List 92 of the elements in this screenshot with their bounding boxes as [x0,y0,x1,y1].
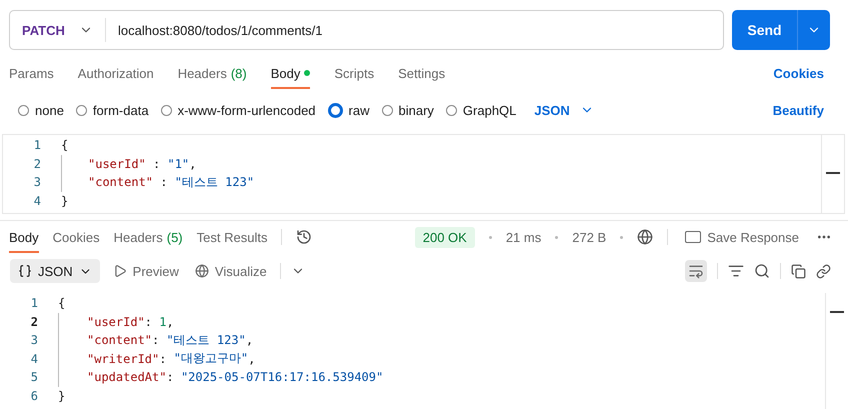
tab-label: Body [270,66,300,80]
tab-label: Headers [114,230,163,244]
response-size: 272 B [572,230,606,244]
line-number: 4 [32,194,42,208]
code-editor[interactable]: 1 { 2 "userId" : "1", 3 "content" : "테스트 123" 4 } [2,134,845,214]
save-response-button[interactable]: Save Response [682,226,802,248]
line-number: 5 [30,370,39,384]
request-tab[interactable]: Authorization [78,58,154,88]
copy-icon[interactable] [791,264,806,278]
line-number: 3 [32,175,42,190]
code-token: : [152,333,160,348]
line-number: 3 [30,333,39,348]
code-token: "userId" [87,314,145,329]
radio-label: raw [348,102,370,118]
response-tab[interactable]: Cookies [52,222,100,252]
radio-label: binary [398,102,434,118]
globe-icon [194,264,209,278]
globe-icon[interactable] [637,229,654,245]
response-tab[interactable]: Test Results [196,222,268,252]
url-bar[interactable]: PATCH localhost:8080/todos/1/comments/1 [9,10,724,50]
code-token: "writerId" [87,352,160,366]
link-icon[interactable] [816,264,831,278]
radio-button[interactable] [382,104,392,116]
radio-button[interactable] [328,102,343,118]
request-tab[interactable]: Headers (8) [178,58,247,88]
status-badge: 200 OK [414,226,475,248]
code-token: "updatedAt" [87,370,166,384]
tab-count: (8) [230,66,247,80]
tab-label: Cookies [52,230,100,244]
tab-count: (5) [166,230,183,244]
tab-label: Test Results [196,230,268,244]
line-number: 1 [32,138,42,152]
response-tab[interactable]: Body [9,222,39,252]
history-icon[interactable] [296,229,312,245]
code-token: "1" [167,156,190,171]
tab-label: Params [9,66,54,80]
code-token: } [58,388,66,403]
code-token: "2025-05-07T16:17:16.539409" [180,370,384,384]
radio-button[interactable] [160,104,172,116]
radio-label: x-www-form-urlencoded [178,102,316,118]
line-number: 2 [30,314,39,329]
code-token: "대왕고구마" [174,350,248,368]
code-token: : [159,175,168,190]
radio-label: GraphQL [462,102,516,118]
wrap-button[interactable] [685,260,707,282]
request-tab[interactable]: Scripts [334,58,374,88]
code-token: , [189,156,196,171]
code-token: "content" [88,175,154,190]
code-token: "content" [87,333,152,348]
tab-label: Settings [398,66,446,80]
line-number: 2 [32,156,42,171]
play-icon [112,264,127,278]
code-token: : [144,314,154,329]
search-icon[interactable] [754,263,770,279]
request-tab[interactable]: Settings [398,58,446,88]
beautify-button[interactable]: Beautify [766,102,830,118]
code-token: "테스트 123" [166,332,246,349]
request-tab[interactable]: Body [270,58,310,88]
tab-label: Authorization [78,66,154,80]
filter-icon[interactable] [728,263,744,279]
tab-label: Body [9,230,39,244]
code-token: , [246,333,254,348]
radio-button[interactable] [446,104,457,116]
format-dropdown[interactable]: JSON [528,102,600,118]
cookies-link[interactable]: Cookies [767,64,830,82]
response-tab[interactable]: Headers (5) [114,222,183,252]
code-token: 1 [159,314,166,329]
radio-button[interactable] [18,104,29,116]
braces-icon [18,264,32,278]
visualize-button[interactable]: Visualize [192,260,270,282]
code-token: "userId" [88,156,146,171]
radio-label: none [35,102,64,118]
response-time: 21 ms [506,230,542,244]
code-token: "테스트 123" [174,174,254,191]
code-token: { [61,138,68,152]
code-token: : [152,156,162,171]
line-number: 4 [30,352,39,366]
code-token: : [166,370,175,384]
tab-label: Headers [178,66,227,80]
line-number: 6 [30,388,39,403]
tab-label: Scripts [334,66,374,80]
line-number: 1 [30,296,39,310]
request-tab[interactable]: Params [9,58,54,88]
code-token: : [159,352,168,366]
code-token: , [248,352,256,366]
preview-button[interactable]: Preview [110,260,182,282]
code-token: { [58,296,66,310]
code-token: } [61,194,68,208]
radio-label: form-data [92,102,149,118]
format-dropdown[interactable]: JSON [10,259,100,283]
code-token: , [166,314,174,329]
radio-button[interactable] [76,104,87,116]
